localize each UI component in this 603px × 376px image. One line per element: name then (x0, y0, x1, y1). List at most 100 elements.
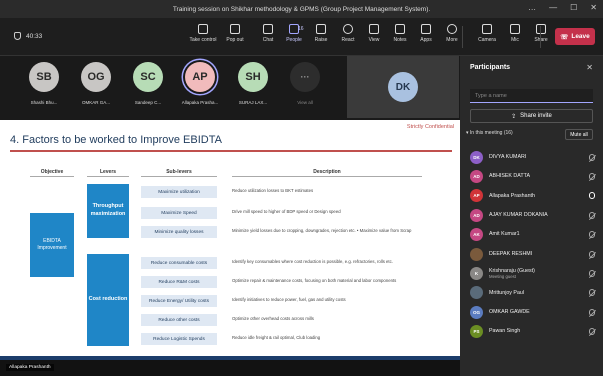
take-control-icon (198, 24, 208, 34)
raise-button[interactable]: Raise (306, 24, 336, 43)
participant-row[interactable]: OG OMKAR GAWDE (470, 303, 595, 321)
avatar: OG (81, 62, 111, 92)
in-meeting-section-toggle[interactable]: ▾ In this meeting (16) (466, 130, 513, 136)
participant-tile[interactable]: SH SURAJ LAX... (231, 62, 275, 105)
chat-icon (263, 24, 273, 34)
search-input[interactable]: Type a name (470, 89, 593, 103)
minimize-icon[interactable]: — (549, 3, 557, 12)
avatar (470, 247, 483, 261)
sublever-box: Maximize Speed (141, 207, 217, 219)
header-levers: Levers (87, 169, 129, 177)
camera-off-icon (482, 24, 492, 34)
mic-off-icon (589, 328, 595, 336)
participant-name: AJAY KUMAR DOKANIA (489, 212, 548, 219)
share-icon (536, 24, 546, 34)
mic-off-icon (589, 250, 595, 258)
participant-row[interactable]: DEEPAK RESHMI (470, 245, 595, 263)
camera-button[interactable]: Camera (472, 24, 502, 43)
window-controls: … — ☐ ✕ (528, 3, 597, 12)
more-icon: ··· (290, 62, 320, 92)
phone-icon: ☏ (560, 33, 569, 41)
toolbar-divider (540, 26, 541, 48)
participant-row[interactable]: Mrittunjoy Paul (470, 284, 595, 302)
sublever-box: Minimize quality losses (141, 226, 217, 238)
close-icon[interactable]: ✕ (590, 3, 597, 12)
participant-row[interactable]: AD ABHISEK DATTA (470, 167, 595, 185)
view-all-tile[interactable]: ··· View all (283, 62, 327, 105)
slide-title: 4. Factors to be worked to Improve EBIDT… (10, 134, 222, 146)
participant-row-text: Krishnaraju (Guest) Meeting guest (489, 268, 589, 280)
avatar: AP (185, 62, 215, 92)
share-invite-button[interactable]: ⇪ Share invite (470, 109, 593, 123)
people-button[interactable]: People 16 (279, 24, 309, 43)
avatar: SB (29, 62, 59, 92)
share-icon: ⇪ (511, 113, 517, 120)
participant-role: Meeting guest (489, 273, 516, 279)
leave-button[interactable]: ☏ Leave (555, 28, 595, 45)
participant-row-text: DEEPAK RESHMI (489, 251, 589, 257)
chevron-down-icon: ▾ (466, 130, 469, 136)
people-count-badge: 16 (298, 26, 304, 32)
sublever-box: Reduce R&M costs (141, 276, 217, 288)
avatar (470, 286, 483, 300)
more-icon (447, 24, 457, 34)
participant-name: ABHISEK DATTA (489, 173, 531, 180)
participant-tile[interactable]: OG OMKAR GA... (74, 62, 118, 105)
participant-row[interactable]: AP Allapaka Prashanth (470, 187, 595, 205)
avatar: SC (133, 62, 163, 92)
window-title: Training session on Shikhar methodology … (172, 5, 431, 13)
take-control-button[interactable]: Take control (188, 24, 218, 43)
participant-name: Amit Kumar1 (489, 231, 520, 238)
title-divider (10, 150, 452, 152)
notes-icon (395, 24, 405, 34)
participant-name: Krishnaraju (Guest) (489, 267, 535, 274)
pop-out-icon (230, 24, 240, 34)
mic-off-icon (589, 289, 595, 297)
participant-row[interactable]: DK DIVYA KUMARI (470, 148, 595, 166)
participant-row-text: ABHISEK DATTA (489, 173, 589, 179)
participant-row-text: AJAY KUMAR DOKANIA (489, 212, 589, 218)
close-icon[interactable]: ✕ (586, 63, 593, 72)
participant-tile[interactable]: SC Sandeep C... (126, 62, 170, 105)
mic-off-icon (589, 231, 595, 239)
sublever-box: Reduce consumable costs (141, 257, 217, 269)
sublever-box: Reduce Logistic Spends (141, 333, 217, 345)
avatar: AK (470, 228, 483, 242)
participant-row-text: Amit Kumar1 (489, 231, 589, 237)
participant-name: Sandeep C... (134, 100, 162, 105)
participant-tile[interactable]: SB Shashi Bhu... (22, 62, 66, 105)
more-window-icon[interactable]: … (528, 3, 536, 12)
spotlight-tile[interactable]: DK (347, 56, 459, 118)
description-text: Optimize repair & maintenance costs, foc… (232, 278, 397, 283)
description-text: Drive mill speed to higher of BDP speed … (232, 209, 341, 214)
avatar: PS (470, 325, 483, 339)
mic-off-icon (589, 211, 595, 219)
participant-row[interactable]: AD AJAY KUMAR DOKANIA (470, 206, 595, 224)
avatar: AP (470, 189, 483, 203)
avatar: AD (470, 169, 483, 183)
mic-off-icon (589, 308, 595, 316)
participant-name: SURAJ LAX... (238, 100, 268, 105)
header-sublevers: Sub-levers (141, 169, 217, 177)
participants-panel: Participants ✕ Type a name ⇪ Share invit… (460, 56, 603, 376)
mute-all-button[interactable]: Mute all (565, 129, 593, 140)
avatar: DK (470, 150, 483, 164)
participant-row[interactable]: AK Amit Kumar1 (470, 226, 595, 244)
react-icon (343, 24, 353, 34)
meeting-toolbar: 40:33 Take control Pop out Chat People 16 Rai… (0, 18, 603, 56)
maximize-icon[interactable]: ☐ (570, 3, 577, 12)
avatar: AD (470, 208, 483, 222)
pop-out-button[interactable]: Pop out (220, 24, 250, 43)
avatar: K (470, 266, 483, 280)
description-text: Reduce utilization losses to BKT estimat… (232, 188, 314, 193)
participant-name: Mrittunjoy Paul (489, 289, 525, 296)
mic-off-icon (589, 153, 595, 161)
participant-row[interactable]: K Krishnaraju (Guest) Meeting guest (470, 264, 595, 282)
description-text: Optimize other overhead costs across mil… (232, 316, 314, 321)
lever-throughput: Throughput maximization (87, 184, 129, 238)
avatar: DK (388, 72, 418, 102)
window-title-bar: Training session on Shikhar methodology … (0, 0, 603, 18)
participant-row[interactable]: PS Pawan Singh (470, 323, 595, 341)
participant-tile[interactable]: AP Allapaka Prasha... (178, 62, 222, 105)
share-button[interactable]: Share (526, 24, 556, 43)
